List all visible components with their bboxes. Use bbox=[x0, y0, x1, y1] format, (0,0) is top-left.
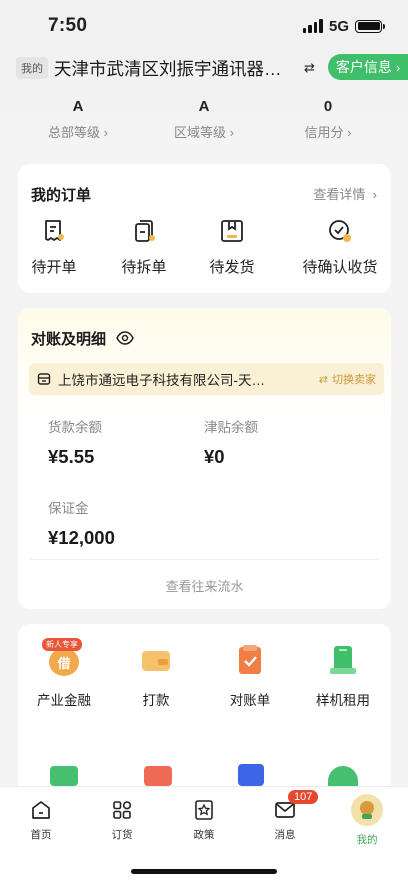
star-badge-icon bbox=[195, 800, 213, 820]
tool-icon-partial[interactable] bbox=[50, 766, 78, 786]
region-level-label: 区域等级 bbox=[174, 125, 227, 140]
deposit-value: ¥12,000 bbox=[48, 527, 115, 548]
tool-label: 打款 bbox=[142, 693, 170, 708]
home-icon bbox=[32, 801, 50, 819]
switch-seller-button[interactable]: ⇄ 切换卖家 bbox=[319, 371, 376, 387]
nav-policy[interactable]: 政策 bbox=[174, 799, 234, 842]
card-icon bbox=[142, 651, 170, 671]
split-icon bbox=[135, 220, 155, 242]
order-pending-receipt[interactable]: 待确认收货 bbox=[300, 218, 380, 277]
nav-mine[interactable]: 我的 bbox=[337, 794, 397, 847]
tool-label: 样机租用 bbox=[316, 693, 370, 708]
credit-score-label: 信用分 bbox=[304, 125, 344, 140]
phone-rent-icon bbox=[330, 646, 356, 674]
subsidy-balance[interactable]: 津贴余额 ¥0 bbox=[204, 416, 258, 468]
store-row: 我的 天津市武清区刘振宇通讯器材… ⇄ 客户信息 › bbox=[16, 54, 408, 82]
order-label: 待确认收货 bbox=[302, 259, 378, 276]
swap-icon[interactable]: ⇄ bbox=[304, 60, 315, 76]
goods-balance-label: 货款余额 bbox=[48, 420, 102, 435]
goods-balance[interactable]: 货款余额 ¥5.55 bbox=[48, 416, 102, 468]
tool-payment[interactable]: 打款 bbox=[116, 644, 196, 709]
order-pending-ship[interactable]: 待发货 bbox=[209, 218, 255, 277]
status-time: 7:50 bbox=[48, 15, 88, 36]
deposit[interactable]: 保证金 ¥12,000 bbox=[48, 497, 115, 549]
nav-label: 订货 bbox=[111, 829, 133, 841]
grid-icon bbox=[113, 801, 132, 819]
subsidy-balance-value: ¥0 bbox=[204, 446, 225, 467]
eye-icon[interactable] bbox=[116, 329, 134, 347]
tool-industry-finance[interactable]: 借 新人专享 产业金融 bbox=[24, 638, 104, 709]
signal-icon bbox=[302, 19, 323, 33]
statement-icon bbox=[239, 645, 261, 674]
switch-icon: ⇄ bbox=[318, 373, 328, 386]
history-link[interactable]: 查看往来流水 bbox=[18, 576, 391, 595]
tool-statement[interactable]: 对账单 bbox=[210, 644, 290, 709]
hq-level-value: A bbox=[72, 98, 84, 115]
credit-score[interactable]: 0 信用分 › bbox=[288, 98, 368, 141]
goods-balance-value: ¥5.55 bbox=[48, 446, 95, 467]
order-label: 待开单 bbox=[31, 259, 77, 276]
nav-home[interactable]: 首页 bbox=[11, 799, 71, 842]
tool-icon-partial[interactable] bbox=[238, 764, 264, 786]
box-icon bbox=[221, 220, 243, 242]
store-name[interactable]: 天津市武清区刘振宇通讯器材… bbox=[54, 56, 298, 81]
chevron-right-icon: › bbox=[347, 125, 352, 140]
orders-title: 我的订单 bbox=[31, 187, 92, 204]
tool-label: 对账单 bbox=[229, 693, 271, 708]
nav-order[interactable]: 订货 bbox=[92, 799, 152, 842]
company-name: 上饶市通远电子科技有限公司-天津… bbox=[58, 373, 276, 388]
credit-score-value: 0 bbox=[323, 98, 333, 115]
nav-label: 消息 bbox=[274, 829, 296, 841]
nav-label: 政策 bbox=[193, 829, 215, 841]
divider bbox=[30, 559, 379, 560]
finance-glyph: 借 bbox=[49, 648, 79, 676]
order-pending-invoice[interactable]: 待开单 bbox=[31, 218, 77, 277]
chevron-right-icon: › bbox=[103, 125, 108, 140]
check-clock-icon bbox=[329, 220, 351, 242]
tools-card: 借 新人专享 产业金融 打款 对账单 样机租用 bbox=[18, 624, 391, 804]
chevron-right-icon: › bbox=[395, 59, 401, 75]
status-indicators: 5G bbox=[302, 17, 385, 35]
nav-label: 首页 bbox=[30, 829, 52, 841]
avatar-icon bbox=[351, 794, 383, 826]
reconciliation-card: 对账及明细 上饶市通远电子科技有限公司-天津… ⇄ 切换卖家 货款余额 ¥5.55… bbox=[18, 308, 391, 609]
reconciliation-title: 对账及明细 bbox=[31, 331, 107, 348]
tool-icon-partial[interactable] bbox=[144, 766, 172, 786]
nav-label: 我的 bbox=[356, 834, 378, 846]
shop-icon bbox=[37, 373, 51, 385]
newcomer-tag: 新人专享 bbox=[42, 638, 82, 651]
subsidy-balance-label: 津贴余额 bbox=[204, 420, 258, 435]
message-badge: 107 bbox=[288, 790, 319, 804]
customer-info-button[interactable]: 客户信息 › bbox=[328, 54, 408, 80]
region-level[interactable]: A 区域等级 › bbox=[164, 98, 244, 141]
chevron-right-icon: › bbox=[229, 125, 234, 140]
battery-icon bbox=[355, 19, 385, 33]
finance-icon: 借 新人专享 bbox=[42, 638, 82, 676]
order-label: 待拆单 bbox=[121, 259, 167, 276]
tool-sample-rental[interactable]: 样机租用 bbox=[303, 644, 383, 709]
home-indicator bbox=[131, 869, 277, 874]
mine-tag: 我的 bbox=[16, 57, 48, 79]
hq-level-label: 总部等级 bbox=[48, 125, 101, 140]
orders-detail-link[interactable]: 查看详情 › bbox=[313, 184, 377, 203]
nav-messages[interactable]: 107 消息 bbox=[255, 790, 319, 842]
region-level-value: A bbox=[198, 98, 210, 115]
orders-card: 我的订单 查看详情 › 待开单 待拆单 待发货 待确认收货 bbox=[18, 164, 391, 293]
network-type: 5G bbox=[328, 17, 349, 35]
invoice-icon bbox=[45, 220, 64, 241]
order-label: 待发货 bbox=[209, 259, 255, 276]
company-selector[interactable]: 上饶市通远电子科技有限公司-天津… ⇄ 切换卖家 bbox=[29, 363, 384, 395]
order-pending-split[interactable]: 待拆单 bbox=[121, 218, 167, 277]
tool-icon-partial[interactable] bbox=[328, 766, 358, 786]
deposit-label: 保证金 bbox=[48, 501, 89, 516]
customer-info-label: 客户信息 bbox=[335, 59, 392, 75]
tool-label: 产业金融 bbox=[37, 693, 91, 708]
status-bar: 7:50 5G bbox=[0, 0, 408, 52]
hq-level[interactable]: A 总部等级 › bbox=[38, 98, 118, 141]
